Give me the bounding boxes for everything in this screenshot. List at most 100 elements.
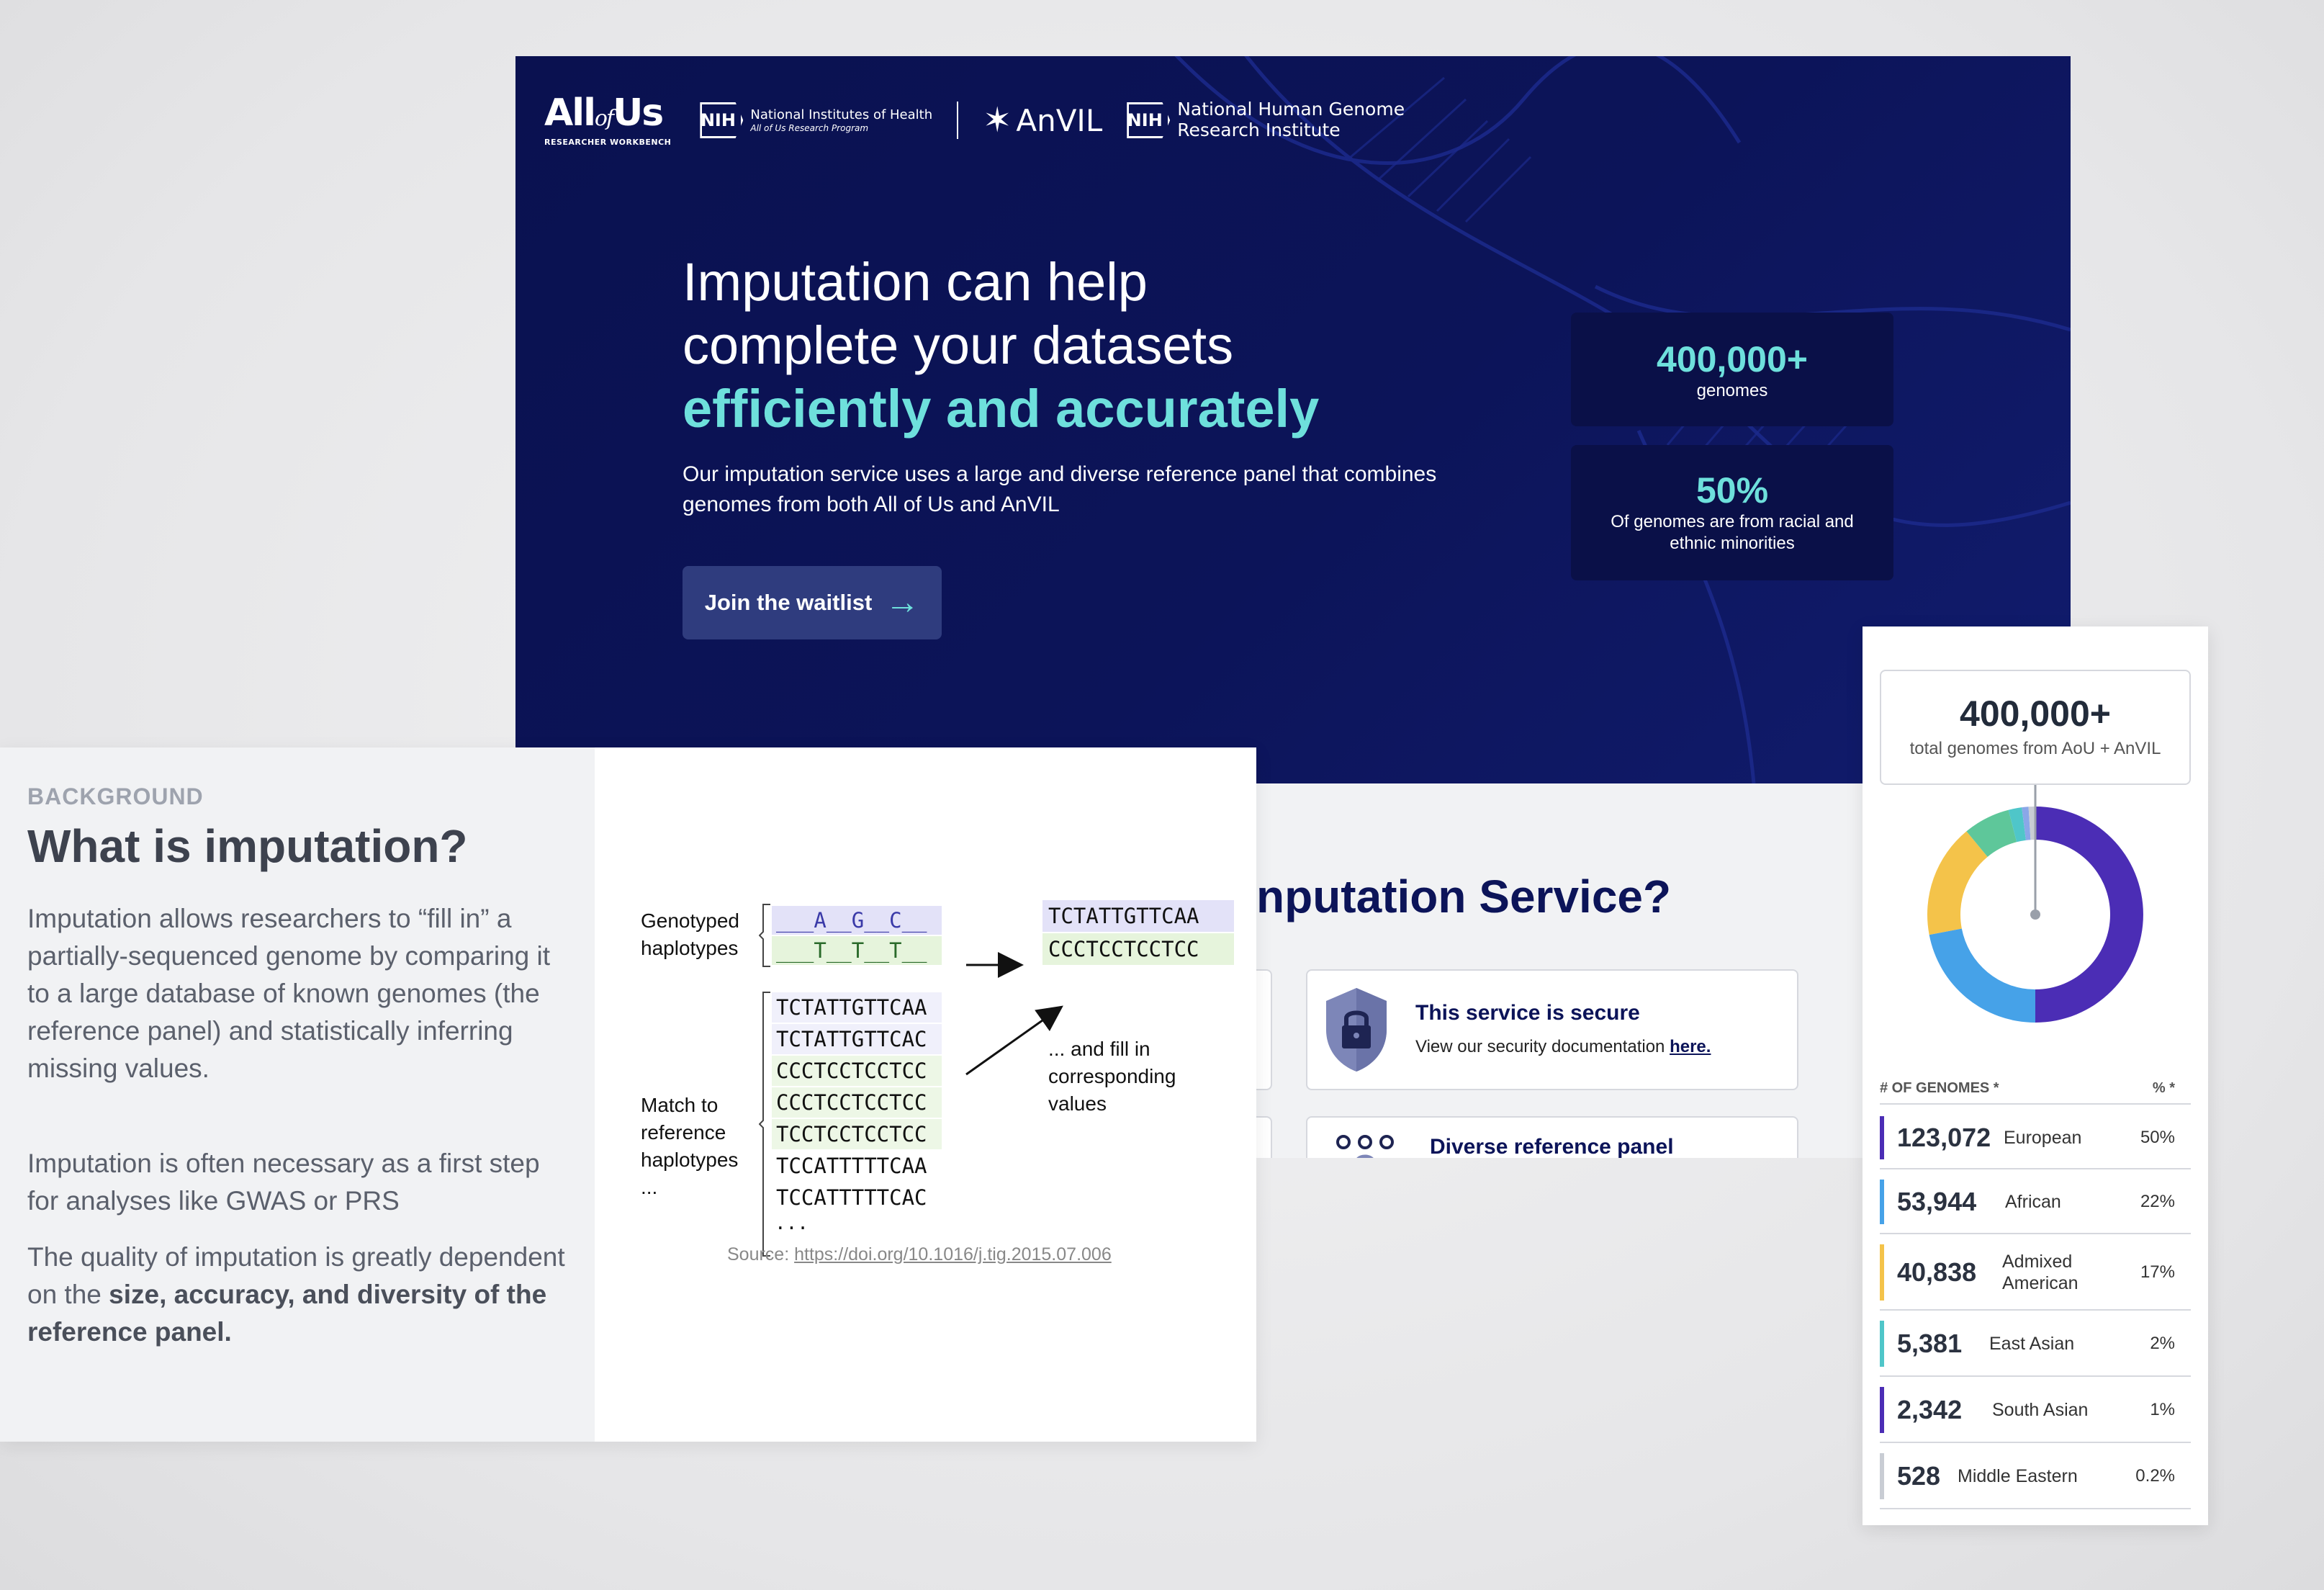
ancestry-donut-chart (1927, 785, 2143, 1023)
nih-name: National Institutes of Health (750, 107, 933, 122)
nih-program: All of Us Research Program (750, 122, 869, 133)
genotyped-bracket (759, 904, 770, 967)
hero-title-accent: efficiently and accurately (683, 379, 1320, 439)
hero-description: Our imputation service uses a large and … (683, 462, 1437, 516)
nhgri-line: National Human Genome (1177, 99, 1405, 120)
total-genomes-box: 400,000+ total genomes from AoU + AnVIL (1880, 670, 2191, 785)
anvil-star-icon: ✶ (983, 100, 1012, 140)
population-row-european: 123,072 European 50% (1880, 1108, 2191, 1169)
population-row-middle-eastern: 528 Middle Eastern 0.2% (1880, 1445, 2191, 1509)
donut-segment[interactable] (1929, 928, 2035, 1023)
population-row-african: 53,944 African 22% (1880, 1171, 2191, 1234)
arrow-up-right-icon (965, 1005, 1063, 1076)
background-title: What is imputation? (27, 820, 468, 872)
security-docs-link[interactable]: here. (1670, 1037, 1711, 1056)
total-genomes-value: 400,000+ (1960, 693, 2111, 734)
label-line: haplotypes (641, 1149, 739, 1171)
partner-logos: AllofUs RESEARCHER WORKBENCH NIH Nationa… (544, 81, 1405, 160)
population-count: 528 (1897, 1461, 1941, 1491)
population-count: 53,944 (1897, 1187, 1977, 1216)
background-paragraph: Imputation allows researchers to “fill i… (27, 904, 551, 1083)
people-icon (1336, 1135, 1394, 1158)
fill-in-label: ... and fill in corresponding values (1048, 1036, 1176, 1118)
anvil-logo-text: AnVIL (1016, 102, 1103, 138)
population-color-bar (1880, 1453, 1884, 1499)
imputation-diagram: Genotyped haplotypes ___A__G__C__ ___T__… (595, 747, 1256, 1442)
reference-bracket (759, 992, 770, 1257)
reference-ellipsis: ... (775, 1213, 809, 1234)
population-percent: 17% (2140, 1262, 2175, 1282)
label-line: Match to (641, 1094, 719, 1116)
background-paragraph: Imputation is often necessary as a first… (27, 1149, 540, 1216)
logo-text: All (544, 91, 596, 135)
population-count: 123,072 (1897, 1123, 1991, 1152)
population-count: 5,381 (1897, 1329, 1963, 1358)
stat-label: genomes (1696, 381, 1768, 400)
population-percent: 1% (2150, 1400, 2175, 1419)
feature-card-diverse[interactable]: Diverse reference panel (1306, 1116, 1798, 1158)
hero-title-line: Imputation can help (683, 252, 1148, 312)
label-line: Genotyped (641, 909, 739, 932)
background-paragraph: The quality of imputation is greatly dep… (27, 1239, 575, 1351)
donut-center-dot (2030, 909, 2040, 920)
lock-shield-icon (1326, 988, 1387, 1072)
reference-row: TCCATTTTTCAC (776, 1185, 927, 1210)
population-name: Middle Eastern (1958, 1466, 2078, 1486)
donut-segment[interactable] (1927, 831, 1988, 935)
label-line: ... and fill in (1048, 1038, 1150, 1060)
population-color-bar (1880, 1116, 1884, 1159)
stat-value: 50% (1695, 470, 1769, 511)
hero-banner: AllofUs RESEARCHER WORKBENCH NIH Nationa… (515, 56, 2071, 783)
population-name: South Asian (1992, 1400, 2089, 1420)
nhgri-logo-badge: NIH (1127, 102, 1171, 138)
hero-title: Imputation can help complete your datase… (683, 251, 1546, 441)
donut-segment[interactable] (2035, 807, 2143, 1023)
join-waitlist-button[interactable]: Join the waitlist → (683, 566, 942, 639)
nih-logo-text: National Institutes of Health All of Us … (750, 107, 932, 133)
total-genomes-label: total genomes from AoU + AnVIL (1909, 739, 2161, 758)
label-line: reference (641, 1121, 726, 1144)
population-color-bar (1880, 1321, 1884, 1367)
imputed-row: TCTATTGTTCAA (1042, 900, 1234, 932)
population-name: Admixed American (2002, 1252, 2078, 1293)
nhgri-logo-text: National Human Genome Research Institute (1177, 99, 1405, 141)
genotyped-label: Genotyped haplotypes (641, 907, 739, 962)
column-percent: % * (2152, 1080, 2175, 1096)
background-text-panel: BACKGROUND What is imputation? Imputatio… (0, 747, 595, 1442)
anvil-logo[interactable]: ✶ AnVIL (983, 100, 1102, 140)
feature-card-left-partial (1256, 1116, 1272, 1158)
population-percent: 50% (2140, 1128, 2175, 1147)
column-genomes: # OF GENOMES * (1880, 1080, 1999, 1096)
stat-minorities: 50% Of genomes are from racial and ethni… (1571, 445, 1893, 580)
stat-value: 400,000+ (1657, 339, 1808, 379)
population-row-east-asian: 5,381 East Asian 2% (1880, 1312, 2191, 1377)
population-count: 40,838 (1897, 1257, 1977, 1287)
population-color-bar (1880, 1180, 1884, 1224)
source-prefix: Source: (727, 1244, 795, 1265)
stat-label: Of genomes are from racial and ethnic mi… (1611, 512, 1854, 553)
population-row-south-asian: 2,342 South Asian 1% (1880, 1378, 2191, 1443)
logo-subtitle: RESEARCHER WORKBENCH (544, 137, 672, 147)
background-card: BACKGROUND What is imputation? Imputatio… (0, 747, 1256, 1442)
population-row-admixed-american: 40,838 Admixed American 17% (1880, 1236, 2191, 1311)
arrow-right-icon: → (885, 583, 920, 621)
population-name: African (2005, 1192, 2061, 1212)
genotyped-row: ___T__T__T__ (772, 936, 942, 965)
logo-text: Us (613, 91, 664, 135)
population-percent: 2% (2150, 1334, 2175, 1353)
nhgri-line: Research Institute (1177, 120, 1341, 140)
reference-row: TCTATTGTTCAC (772, 1024, 942, 1054)
feature-description-text: View our security documentation (1415, 1037, 1670, 1056)
label-line: ... (641, 1176, 658, 1198)
feature-title: This service is secure (1415, 1001, 1640, 1025)
reference-row: TCTATTGTTCAA (772, 992, 942, 1023)
reference-row: CCCTCCTCCTCC (772, 1056, 942, 1086)
label-line: haplotypes (641, 937, 739, 959)
all-of-us-logo[interactable]: AllofUs RESEARCHER WORKBENCH (544, 94, 671, 147)
source-doi-link[interactable]: https://doi.org/10.1016/j.tig.2015.07.00… (794, 1244, 1112, 1265)
population-count: 2,342 (1897, 1395, 1963, 1424)
reference-row: CCCTCCTCCTCC (772, 1087, 942, 1118)
label-line: values (1048, 1092, 1107, 1115)
feature-card-secure[interactable]: This service is secure View our security… (1306, 969, 1798, 1090)
population-color-bar (1880, 1244, 1884, 1301)
